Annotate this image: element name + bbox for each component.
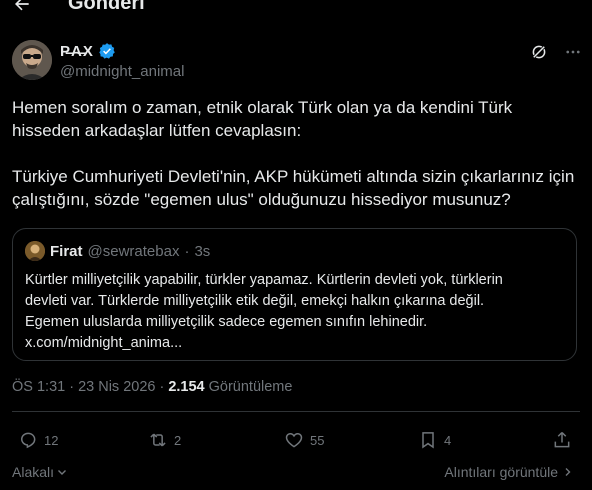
top-bar: Gönderi (0, 0, 592, 16)
bookmark-icon (422, 432, 434, 449)
back-arrow-icon[interactable] (12, 0, 32, 14)
share-icon (554, 431, 570, 448)
quoted-text-line: Egemen uluslarda milliyetçilik sadece eg… (25, 314, 428, 330)
repost-icon (150, 433, 166, 447)
quoted-handle: @sewratebax (87, 242, 180, 260)
quoted-avatar (25, 241, 45, 261)
tweet-meta: ÖS 1:31 · 23 Nis 2026 · 2.154 Görüntülem… (12, 379, 292, 395)
quoted-link[interactable]: x.com/midnight_anima... (25, 333, 565, 354)
divider (12, 411, 580, 412)
quoted-time: 3s (194, 242, 211, 260)
name-row: P̶A̶X (60, 42, 116, 60)
author-row: P̶A̶X @midnight_animal (12, 40, 582, 84)
quoted-display-name: Firat (50, 242, 83, 260)
related-dropdown[interactable]: Alakalı (12, 464, 68, 480)
heart-icon (285, 432, 303, 448)
like-button[interactable]: 55 (284, 430, 324, 450)
bookmark-button[interactable]: 4 (418, 430, 451, 450)
views-label: Görüntüleme (208, 379, 293, 395)
verified-badge-icon (99, 43, 115, 59)
separator-dot: · (184, 242, 190, 260)
reply-count: 12 (44, 432, 59, 448)
like-count: 55 (310, 432, 325, 448)
chevron-down-icon (58, 470, 67, 475)
grok-icon[interactable] (530, 43, 548, 61)
chevron-right-icon (565, 468, 571, 476)
bookmark-count: 4 (444, 432, 452, 448)
quoted-tweet[interactable]: Firat @sewratebax · 3s Kürtler milliyetç… (12, 228, 577, 361)
more-options-icon[interactable] (564, 43, 582, 61)
quoted-text: Kürtler milliyetçilik yapabilir, türkler… (25, 270, 565, 354)
view-quotes-link[interactable]: Alıntıları görüntüle (444, 464, 574, 480)
display-name[interactable]: P̶A̶X (60, 43, 94, 60)
view-quotes-label: Alıntıları görüntüle (444, 464, 558, 480)
author-handle[interactable]: @midnight_animal (60, 63, 184, 80)
quoted-text-line: Kürtler milliyetçilik yapabilir, türkler… (25, 272, 503, 288)
page-title: Gönderi (68, 0, 145, 14)
footer-row: Alakalı Alıntıları görüntüle (0, 462, 592, 482)
action-bar: 12 2 55 4 (0, 426, 592, 456)
avatar[interactable] (12, 40, 52, 80)
related-label: Alakalı (12, 464, 55, 480)
tweet-text: Hemen soralım o zaman, etnik olarak Türk… (12, 98, 575, 209)
reply-button[interactable]: 12 (18, 430, 58, 450)
repost-button[interactable]: 2 (148, 430, 181, 450)
quoted-text-line: devleti var. Türklerde milliyetçilik eti… (25, 293, 485, 309)
reply-icon (20, 432, 36, 449)
share-button[interactable] (552, 430, 572, 450)
quoted-tweet-header: Firat @sewratebax · 3s (25, 241, 210, 261)
view-count: 2.154 (168, 379, 205, 395)
timestamp[interactable]: ÖS 1:31 · 23 Nis 2026 · (12, 379, 164, 395)
repost-count: 2 (174, 432, 182, 448)
